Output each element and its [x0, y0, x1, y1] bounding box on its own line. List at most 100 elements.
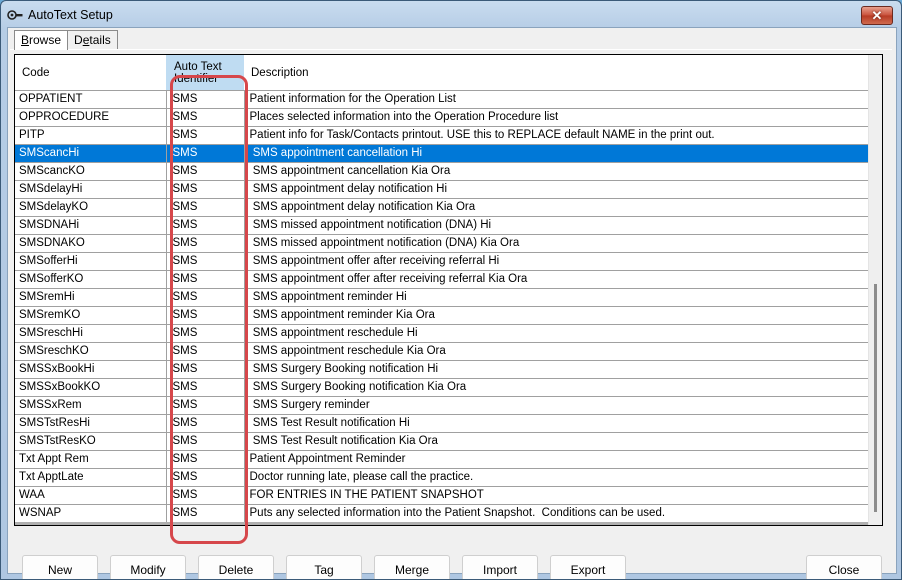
cell-code: Txt ApptLate: [15, 468, 167, 487]
cell-identifier: SMS: [166, 306, 245, 325]
cell-description: SMS missed appointment notification (DNA…: [244, 216, 874, 235]
cell-identifier: SMS: [166, 144, 245, 163]
tag-button[interactable]: Tag: [286, 555, 362, 579]
table-row[interactable]: SMSTstResKO SMS SMS Test Result notificat…: [15, 432, 874, 451]
cell-identifier: SMS: [166, 324, 245, 343]
cell-identifier: SMS: [166, 270, 245, 289]
tab-details[interactable]: Details: [67, 30, 118, 49]
header-row: Code Auto Text Identifier Description: [15, 55, 873, 91]
cell-identifier: SMS: [166, 378, 245, 397]
grid-body: OPPATIENT SMS Patient information for the …: [15, 90, 874, 523]
cell-description: SMS appointment reminder Kia Ora: [244, 306, 874, 325]
cell-code: OPPATIENT: [15, 90, 167, 109]
table-row[interactable]: OPPATIENT SMS Patient information for the …: [15, 90, 874, 109]
cell-description: Puts any selected information into the P…: [244, 504, 874, 523]
cell-identifier: SMS: [166, 288, 245, 307]
autotext-table: Code Auto Text Identifier Description OP…: [15, 55, 874, 523]
column-header-identifier-line1: Auto Text: [174, 60, 222, 73]
table-row[interactable]: SMSDNAKO SMS SMS missed appointment notif…: [15, 234, 874, 253]
column-header-description[interactable]: Description: [244, 55, 873, 91]
cell-code: SMScancKO: [15, 162, 167, 181]
cell-description: FOR ENTRIES IN THE PATIENT SNAPSHOT: [244, 486, 874, 505]
table-row[interactable]: OPPROCEDURE SMS Places selected informatio…: [15, 108, 874, 127]
table-row[interactable]: Txt Appt Rem SMS Patient Appointment Remin…: [15, 450, 874, 469]
cell-identifier: SMS: [166, 198, 245, 217]
tab-details-label-pre: D: [74, 33, 83, 47]
cell-code: SMSTstResHi: [15, 414, 167, 433]
column-header-code[interactable]: Code: [15, 55, 166, 91]
cell-description: SMS Test Result notification Kia Ora: [244, 432, 874, 451]
table-row[interactable]: SMSreschHi SMS SMS appointment reschedule…: [15, 324, 874, 343]
cell-code: SMSreschKO: [15, 342, 167, 361]
cell-code: SMSremKO: [15, 306, 167, 325]
table-row[interactable]: PITP SMS Patient info for Task/Contacts pr…: [15, 126, 874, 145]
cell-code: SMSTstResKO: [15, 432, 167, 451]
cell-code: PITP: [15, 126, 167, 145]
table-row[interactable]: SMSSxBookKO SMS SMS Surgery Booking notif…: [15, 378, 874, 397]
cell-identifier: SMS: [166, 504, 245, 523]
table-row[interactable]: SMSremKO SMS SMS appointment reminder Kia…: [15, 306, 874, 325]
delete-button[interactable]: Delete: [198, 555, 274, 579]
cell-description: Doctor running late, please call the pra…: [244, 468, 874, 487]
table-row[interactable]: SMSTstResHi SMS SMS Test Result notificat…: [15, 414, 874, 433]
cell-code: SMSSxBookHi: [15, 360, 167, 379]
column-header-identifier[interactable]: Auto Text Identifier: [166, 55, 244, 91]
cell-code: OPPROCEDURE: [15, 108, 167, 127]
close-button[interactable]: Close: [806, 555, 882, 579]
cell-identifier: SMS: [166, 414, 245, 433]
cell-identifier: SMS: [166, 234, 245, 253]
cell-code: SMSdelayHi: [15, 180, 167, 199]
tab-strip: Browse Details: [14, 30, 118, 50]
cell-identifier: SMS: [166, 180, 245, 199]
table-row[interactable]: SMSofferHi SMS SMS appointment offer afte…: [15, 252, 874, 271]
cell-identifier: SMS: [166, 252, 245, 271]
table-row[interactable]: SMSSxRem SMS SMS Surgery reminder: [15, 396, 874, 415]
scrollbar-thumb[interactable]: [874, 284, 877, 512]
cell-identifier: SMS: [166, 360, 245, 379]
autotext-setup-window: AutoText Setup ✕ Browse Details Code Aut…: [0, 0, 902, 580]
table-row[interactable]: WSNAP SMS Puts any selected information in…: [15, 504, 874, 523]
cell-code: SMSreschHi: [15, 324, 167, 343]
export-button[interactable]: Export: [550, 555, 626, 579]
table-row[interactable]: SMSdelayHi SMS SMS appointment delay noti…: [15, 180, 874, 199]
table-row[interactable]: WAA SMS FOR ENTRIES IN THE PATIENT SNAPSHO…: [15, 486, 874, 505]
column-header-identifier-line2: Identifier: [174, 72, 219, 85]
autotext-grid[interactable]: Code Auto Text Identifier Description OP…: [14, 54, 883, 526]
title-bar[interactable]: AutoText Setup ✕: [1, 1, 901, 29]
cell-code: SMSofferKO: [15, 270, 167, 289]
cell-identifier: SMS: [166, 450, 245, 469]
table-row[interactable]: SMSSxBookHi SMS SMS Surgery Booking notif…: [15, 360, 874, 379]
tab-browse[interactable]: Browse: [14, 30, 69, 50]
table-row[interactable]: SMScancHi SMS SMS appointment cancellatio…: [15, 144, 874, 163]
cell-description: SMS Surgery Booking notification Hi: [244, 360, 874, 379]
cell-identifier: SMS: [166, 396, 245, 415]
table-row[interactable]: SMSofferKO SMS SMS appointment offer afte…: [15, 270, 874, 289]
cell-description: SMS appointment cancellation Hi: [244, 144, 874, 163]
window-close-button[interactable]: ✕: [861, 6, 893, 25]
modify-button[interactable]: Modify: [110, 555, 186, 579]
cell-identifier: SMS: [166, 468, 245, 487]
vertical-scrollbar[interactable]: [868, 55, 882, 525]
cell-description: Places selected information into the Ope…: [244, 108, 874, 127]
table-row[interactable]: SMSremHi SMS SMS appointment reminder Hi: [15, 288, 874, 307]
cell-code: SMSSxRem: [15, 396, 167, 415]
table-row[interactable]: SMSdelayKO SMS SMS appointment delay noti…: [15, 198, 874, 217]
new-button[interactable]: New: [22, 555, 98, 579]
cell-code: SMSDNAKO: [15, 234, 167, 253]
cell-description: Patient information for the Operation Li…: [244, 90, 874, 109]
cell-description: SMS appointment reminder Hi: [244, 288, 874, 307]
import-button[interactable]: Import: [462, 555, 538, 579]
table-row[interactable]: SMSreschKO SMS SMS appointment reschedule…: [15, 342, 874, 361]
cell-code: SMSremHi: [15, 288, 167, 307]
cell-description: SMS appointment delay notification Kia O…: [244, 198, 874, 217]
cell-description: SMS Test Result notification Hi: [244, 414, 874, 433]
table-row[interactable]: Txt ApptLate SMS Doctor running late, plea…: [15, 468, 874, 487]
window-title: AutoText Setup: [28, 8, 113, 22]
table-row[interactable]: SMScancKO SMS SMS appointment cancellatio…: [15, 162, 874, 181]
merge-button[interactable]: Merge: [374, 555, 450, 579]
cell-description: SMS appointment cancellation Kia Ora: [244, 162, 874, 181]
table-row[interactable]: SMSDNAHi SMS SMS missed appointment notif…: [15, 216, 874, 235]
cell-identifier: SMS: [166, 342, 245, 361]
browse-panel: Code Auto Text Identifier Description OP…: [10, 49, 892, 579]
cell-code: SMSofferHi: [15, 252, 167, 271]
